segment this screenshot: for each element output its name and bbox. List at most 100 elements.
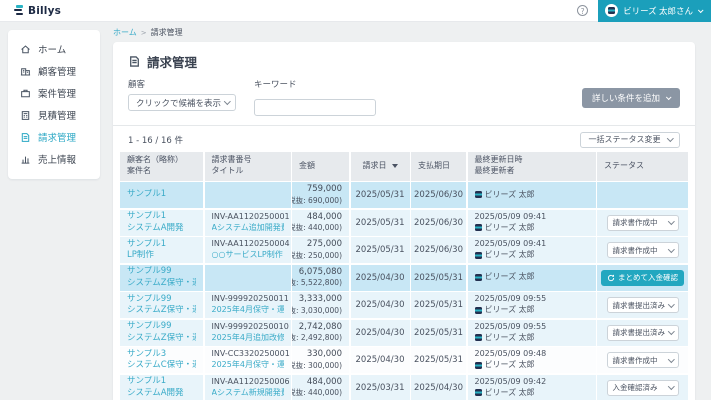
- customer-filter-value: クリックで候補を表示: [136, 98, 222, 109]
- status-dropdown[interactable]: 請求書提出済み: [606, 297, 679, 313]
- customer-filter-label: 顧客: [128, 80, 146, 90]
- invoice-table: 顧客名（略称） 案件名 請求書番号 タイトル 金額 請求日 支払期日 最終更新日時最…: [120, 151, 688, 400]
- sidebar-item-label: 顧客管理: [38, 67, 77, 78]
- invoice-management-panel: 請求管理 顧客 クリックで候補を表示 キーワード 詳しい条件を追加 1 - 16…: [113, 42, 695, 400]
- user-menu-button[interactable]: ビリーズ 太郎さん: [598, 0, 711, 22]
- invoice-title-link[interactable]: Aシステム新規開発費用: [212, 388, 284, 399]
- header-invoice: 請求書番号 タイトル: [204, 151, 291, 181]
- status-dropdown[interactable]: 請求書作成中: [606, 214, 679, 231]
- sidebar-item-label: 売上情報: [38, 155, 77, 166]
- project-link[interactable]: システムZ保守・運用: [127, 278, 196, 289]
- result-count: 1 - 16 / 16 件: [128, 135, 183, 146]
- invoice-number: INV-AA1120250001: [211, 211, 290, 221]
- bulk-status-change-button[interactable]: 一括ステータス変更: [579, 131, 680, 148]
- chevron-down-icon: [697, 6, 704, 13]
- sidebar-item-label: ホーム: [38, 45, 67, 56]
- sidebar: ホーム 顧客管理 案件管理 見積管理 請求管理 売上情報: [8, 30, 100, 179]
- user-avatar-icon: [474, 224, 482, 232]
- table-row: サンプル1システムA開発 INV-AA1120250006 Aシステム新規開発費用…: [120, 374, 688, 400]
- invoices-icon: [21, 132, 30, 142]
- bulk-payment-confirm-button[interactable]: まとめて入金確認: [601, 269, 684, 286]
- billys-logo-icon: [14, 5, 24, 16]
- breadcrumb-separator: >: [140, 28, 147, 37]
- header-updated: 最終更新日時 最終更新者: [467, 151, 596, 181]
- project-link[interactable]: システムA開発: [127, 223, 196, 234]
- sidebar-item-home[interactable]: ホーム: [8, 38, 100, 60]
- user-avatar-icon: [474, 361, 482, 369]
- project-link[interactable]: システムZ保守・運用: [127, 305, 196, 316]
- customer-link[interactable]: サンプル3: [127, 349, 196, 360]
- invoice-number: INV-999920250010: [211, 321, 289, 331]
- sort-descending-icon: [391, 164, 398, 168]
- table-row: サンプル1システムA開発 INV-AA1120250001 Aシステム追加開発費用…: [120, 209, 688, 236]
- avatar: [605, 4, 619, 17]
- add-condition-button[interactable]: 詳しい条件を追加: [581, 88, 680, 108]
- keyword-filter-label: キーワード: [254, 80, 297, 90]
- customers-icon: [20, 67, 31, 75]
- header-amount: 金額: [292, 151, 349, 181]
- header-due-date: 支払期日: [411, 151, 466, 181]
- chevron-down-icon: [668, 218, 675, 225]
- table-row: サンプル1 LP制作 INV-AA1120250004 ○○サービスLP制作 275…: [120, 237, 688, 263]
- sidebar-item-label: 見積管理: [38, 111, 77, 122]
- invoice-title-link[interactable]: ○○サービスLP制作: [212, 250, 284, 261]
- sidebar-item-label: 請求管理: [38, 133, 77, 144]
- customer-link[interactable]: サンプル1: [127, 211, 196, 222]
- project-link[interactable]: システムC保守・運用: [127, 360, 196, 371]
- project-link[interactable]: LP制作: [127, 250, 196, 261]
- chevron-down-icon: [665, 94, 672, 101]
- invoice-title-link[interactable]: 2025年4月追加改修費用: [212, 333, 284, 344]
- customer-link[interactable]: サンプル99: [127, 321, 196, 332]
- project-link[interactable]: システムZ保守・運用: [127, 333, 196, 344]
- invoice-page-icon: [130, 56, 139, 67]
- topbar: Billys ビリーズ 太郎さん: [0, 0, 711, 22]
- breadcrumb-current: 請求管理: [150, 28, 183, 37]
- app-logo: Billys: [14, 5, 61, 17]
- invoice-title-link[interactable]: 2025年4月保守・運用費用: [212, 305, 284, 316]
- breadcrumb-home-link[interactable]: ホーム: [113, 27, 137, 38]
- home-icon: [21, 44, 30, 53]
- status-dropdown[interactable]: 請求書作成中: [606, 352, 679, 368]
- project-link[interactable]: システムA開発: [127, 388, 196, 399]
- add-condition-label: 詳しい条件を追加: [591, 94, 660, 104]
- sidebar-item-sales[interactable]: 売上情報: [8, 148, 100, 170]
- status-dropdown[interactable]: 入金確認済み: [606, 379, 679, 396]
- sales-icon: [21, 156, 30, 164]
- user-avatar-icon: [474, 389, 482, 397]
- user-avatar-icon: [474, 306, 482, 314]
- divider: [113, 124, 695, 126]
- chevron-down-icon: [668, 383, 675, 390]
- invoice-title-link[interactable]: 2025年4月保守・運用費用: [212, 360, 284, 371]
- table-row: サンプル3システムC保守・運用 INV-CC33202500012025年4月保…: [120, 347, 688, 373]
- sidebar-item-projects[interactable]: 案件管理: [8, 82, 100, 104]
- customer-link[interactable]: サンプル1: [127, 376, 196, 387]
- invoice-title-link[interactable]: Aシステム追加開発費用: [212, 223, 284, 234]
- app-logo-text: Billys: [28, 4, 62, 17]
- table-row: サンプル99システムZ保守・運用 INV-999920250010 2025年4月…: [120, 319, 688, 346]
- user-avatar-icon: [474, 251, 482, 259]
- projects-icon: [21, 89, 30, 97]
- chevron-down-icon: [668, 328, 675, 335]
- customer-filter-select[interactable]: クリックで候補を表示: [128, 94, 236, 111]
- customer-link[interactable]: サンプル1: [127, 189, 196, 200]
- sidebar-item-customers[interactable]: 顧客管理: [8, 60, 100, 82]
- sidebar-item-quotes[interactable]: 見積管理: [8, 104, 100, 126]
- customer-link[interactable]: サンプル99: [127, 266, 196, 277]
- user-avatar-icon: [474, 334, 482, 342]
- table-row: サンプル99システムZ保守・運用 6,075,080(税抜: 5,522,800…: [120, 264, 688, 291]
- status-dropdown[interactable]: 請求書作成中: [606, 242, 679, 258]
- header-invoice-date[interactable]: 請求日: [350, 151, 410, 181]
- chevron-down-icon: [666, 135, 673, 142]
- page-title: 請求管理: [147, 55, 198, 70]
- help-icon[interactable]: [577, 5, 589, 17]
- status-dropdown[interactable]: 請求書提出済み: [606, 324, 679, 341]
- table-row: サンプル1 759,000(税抜: 690,000) 2025/05/31 20…: [120, 182, 688, 208]
- table-row: サンプル99システムZ保守・運用 INV-9999202500112025年4月…: [120, 292, 688, 318]
- sidebar-item-invoices[interactable]: 請求管理: [8, 126, 100, 148]
- customer-link[interactable]: サンプル1: [127, 239, 196, 250]
- chevron-down-icon: [223, 98, 230, 105]
- breadcrumb: ホーム > 請求管理: [113, 27, 183, 38]
- keyword-input[interactable]: [254, 98, 376, 116]
- customer-link[interactable]: サンプル99: [127, 294, 196, 305]
- invoice-number: INV-CC3320250001: [211, 349, 290, 359]
